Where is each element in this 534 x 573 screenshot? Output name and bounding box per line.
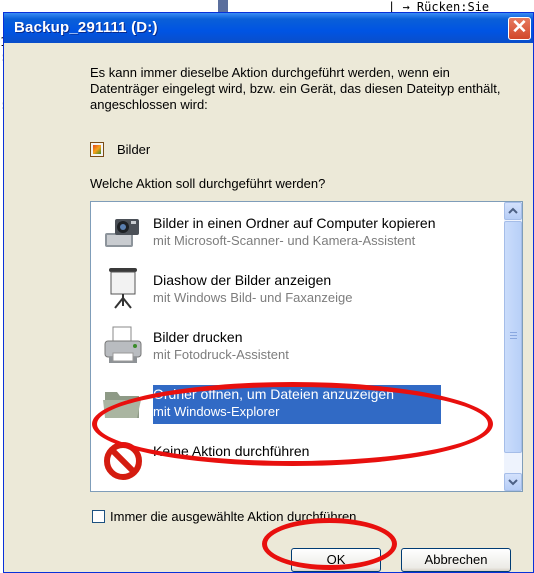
window-title: Backup_291111 (D:) (14, 19, 158, 36)
action-question: Welche Aktion soll durchgeführt werden? (90, 176, 326, 191)
camera-icon (105, 219, 139, 247)
action-subtitle: mit Windows Bild- und Faxanzeige (153, 290, 353, 305)
intro-text: Es kann immer dieselbe Aktion durchgefüh… (90, 65, 501, 112)
content-type-label: Bilder (117, 141, 151, 157)
grip-line (510, 332, 517, 333)
content-type-row: Bilder (90, 139, 150, 159)
scroll-thumb[interactable] (504, 221, 522, 453)
annotation-ellipse-ok-button (262, 518, 397, 570)
list-item-slideshow[interactable]: Diashow der Bilder anzeigen mit Windows … (94, 260, 501, 316)
picture-file-icon (90, 141, 104, 157)
dialog-content: Es kann immer dieselbe Aktion durchgefüh… (4, 43, 533, 572)
background-window-fragment (218, 0, 228, 12)
action-title: Bilder drucken (153, 329, 243, 345)
list-item-print[interactable]: Bilder drucken mit Fotodruck-Assistent (94, 317, 501, 373)
chevron-down-icon (508, 479, 518, 486)
chevron-up-icon (508, 207, 518, 214)
list-item-copy-pictures[interactable]: Bilder in einen Ordner auf Computer kopi… (94, 203, 501, 259)
action-title: Diashow der Bilder anzeigen (153, 272, 332, 288)
always-action-checkbox[interactable] (92, 510, 105, 523)
annotation-ellipse-selected-item (92, 382, 493, 466)
scroll-down-button[interactable] (504, 473, 522, 491)
scroll-up-button[interactable] (504, 202, 522, 220)
printer-icon (104, 326, 142, 363)
grip-line (510, 338, 517, 339)
cancel-button[interactable]: Abbrechen (401, 548, 511, 572)
grip-line (510, 335, 517, 336)
action-title: Bilder in einen Ordner auf Computer kopi… (153, 215, 436, 231)
action-subtitle: mit Microsoft-Scanner- und Kamera-Assist… (153, 233, 416, 248)
close-button[interactable]: ✕ (508, 17, 531, 40)
projector-screen-icon (109, 268, 137, 309)
title-bar[interactable]: Backup_291111 (D:) ✕ (4, 13, 533, 43)
vertical-scrollbar[interactable] (504, 202, 522, 491)
action-subtitle: mit Fotodruck-Assistent (153, 347, 289, 362)
autoplay-dialog: Backup_291111 (D:) ✕ Es kann immer diese… (3, 12, 534, 573)
